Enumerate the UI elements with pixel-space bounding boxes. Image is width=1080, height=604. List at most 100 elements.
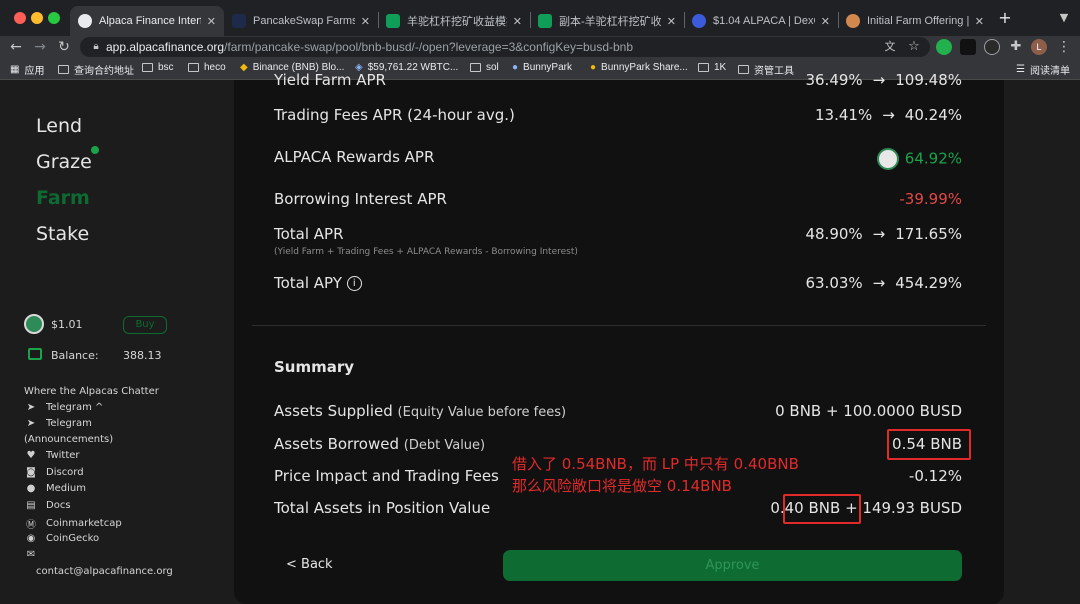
pancakeswap-favicon-icon — [232, 14, 246, 28]
alpaca-price: $1.01 — [51, 318, 83, 331]
info-icon[interactable]: i — [346, 276, 362, 291]
price-impact-label: Price Impact and Trading Fees — [274, 467, 499, 485]
folder-icon — [738, 65, 749, 74]
alpaca-favicon-icon — [78, 14, 92, 28]
tab-search-chevron-icon[interactable]: ▼ — [1054, 8, 1074, 28]
minimize-window-button[interactable] — [31, 12, 43, 24]
bookmark-folder[interactable]: 资管工具 — [738, 62, 794, 77]
lock-icon: 🔒︎ — [93, 41, 99, 52]
bookmark-folder[interactable]: sol — [470, 62, 499, 73]
yield-farm-apr-value: 36.49% → 109.48% — [805, 71, 962, 89]
extension-green-icon[interactable] — [936, 39, 952, 55]
coingecko-icon: ◉ — [26, 533, 36, 544]
nav-graze[interactable]: Graze — [36, 151, 92, 173]
apps-grid-icon: ▦ — [10, 64, 20, 75]
total-apy-value: 63.03% → 454.29% — [805, 274, 962, 292]
medium-link[interactable]: ● Medium — [24, 483, 86, 494]
alpaca-rewards-apr-label: ALPACA Rewards APR — [274, 148, 435, 166]
telegram-link[interactable]: ➤ Telegram ^ — [24, 402, 104, 413]
yield-farm-apr-label: Yield Farm APR — [274, 71, 386, 89]
assets-borrowed-label: Assets Borrowed (Debt Value) — [274, 435, 486, 453]
discord-link[interactable]: ◙ Discord — [24, 467, 83, 478]
annotation-box-borrowed — [887, 429, 971, 460]
browser-tab-strip: Alpaca Finance Interface ✕ PancakeSwap F… — [0, 0, 1080, 36]
dexguru-favicon-icon — [692, 14, 706, 28]
buy-button[interactable]: Buy — [123, 316, 167, 334]
sheets-favicon-icon — [538, 14, 552, 28]
twitter-link[interactable]: ♥ Twitter — [24, 450, 80, 461]
coinmarketcap-link[interactable]: Ⓜ Coinmarketcap — [24, 516, 122, 531]
discord-icon: ◙ — [26, 467, 36, 478]
extension-frog-icon[interactable] — [984, 39, 1000, 55]
bookmark-folder[interactable]: heco — [188, 62, 226, 73]
close-window-button[interactable] — [14, 12, 26, 24]
folder-icon — [58, 65, 69, 74]
back-arrow-icon[interactable]: ← — [6, 37, 26, 57]
arrow-right-icon: → — [872, 274, 886, 292]
close-tab-icon[interactable]: ✕ — [207, 15, 216, 28]
nav-farm[interactable]: Farm — [36, 187, 90, 209]
forward-arrow-icon[interactable]: → — [30, 37, 50, 57]
docs-link[interactable]: ▤ Docs — [24, 500, 70, 511]
extensions-puzzle-icon[interactable]: ✚ — [1006, 37, 1026, 57]
bookmark-folder[interactable]: bsc — [142, 62, 174, 73]
total-apr-formula: (Yield Farm + Trading Fees + ALPACA Rewa… — [274, 247, 578, 257]
sheets-favicon-icon — [386, 14, 400, 28]
wallet-icon — [28, 348, 42, 360]
tab-alpaca-simulator-copy[interactable]: 副本-羊驼杠杆挖矿收益模 ✕ — [530, 6, 684, 36]
new-tab-button[interactable]: + — [995, 8, 1015, 28]
bookmark-folder[interactable]: 1K — [698, 62, 726, 73]
approve-button[interactable]: Approve — [503, 550, 962, 581]
telegram-icon: ➤ — [26, 402, 36, 413]
coinmarketcap-icon: Ⓜ — [26, 520, 36, 531]
close-tab-icon[interactable]: ✕ — [361, 15, 370, 28]
close-tab-icon[interactable]: ✕ — [667, 15, 676, 28]
folder-icon — [698, 63, 709, 72]
section-divider — [252, 325, 986, 326]
trading-fees-apr-label: Trading Fees APR (24-hour avg.) — [274, 106, 515, 124]
community-title: Where the Alpacas Chatter — [24, 386, 159, 397]
assets-supplied-value: 0 BNB + 100.0000 BUSD — [775, 402, 962, 420]
nav-stake[interactable]: Stake — [36, 223, 89, 245]
position-panel: Yield Farm APR 36.49% → 109.48% Trading Fe… — [234, 71, 1004, 604]
tab-dexguru[interactable]: $1.04 ALPACA | DexGuru ✕ — [684, 6, 838, 36]
bookmark-apps[interactable]: ▦ 应用 — [10, 62, 44, 77]
close-tab-icon[interactable]: ✕ — [513, 15, 522, 28]
bookmark-star-icon[interactable]: ☆ — [904, 37, 924, 57]
total-apr-value: 48.90% → 171.65% — [805, 225, 962, 243]
bookmark-folder[interactable]: 查询合约地址 — [58, 62, 134, 77]
reading-list[interactable]: ☰ 阅读清单 — [1016, 62, 1070, 77]
reload-icon[interactable]: ↻ — [54, 37, 74, 57]
url-host: app.alpacafinance.org — [106, 40, 225, 54]
tab-pancakeswap[interactable]: PancakeSwap Farms - Al ✕ — [224, 6, 378, 36]
alpaca-rewards-apr-value: 64.92% — [876, 148, 962, 170]
zoom-window-button[interactable] — [48, 12, 60, 24]
address-bar[interactable]: 🔒︎ app.alpacafinance.org/farm/pancake-sw… — [80, 37, 930, 57]
tab-alpaca-finance[interactable]: Alpaca Finance Interface ✕ — [70, 6, 224, 36]
more-menu-icon[interactable]: ⋮ — [1054, 37, 1074, 57]
email-icon: ✉ — [26, 549, 36, 560]
pancake-favicon-icon — [846, 14, 860, 28]
email-link[interactable]: contact@alpacafinance.org — [36, 566, 173, 577]
extension-dark-icon[interactable] — [960, 39, 976, 55]
back-button[interactable]: < Back — [286, 557, 333, 572]
coingecko-link[interactable]: ◉ CoinGecko — [24, 533, 100, 544]
tab-initial-farm-offering[interactable]: Initial Farm Offering | Pan ✕ — [838, 6, 992, 36]
reading-list-icon: ☰ — [1016, 64, 1025, 75]
close-tab-icon[interactable]: ✕ — [975, 15, 984, 28]
telegram-announcements-label[interactable]: (Announcements) — [24, 434, 113, 445]
close-tab-icon[interactable]: ✕ — [821, 15, 830, 28]
graze-new-indicator — [91, 146, 99, 154]
total-assets-label: Total Assets in Position Value — [274, 499, 491, 517]
bookmark-link[interactable]: ● BunnyPark Share... — [590, 62, 688, 73]
tab-alpaca-simulator[interactable]: 羊驼杠杆挖矿收益模拟器 ✕ — [378, 6, 530, 36]
balance-value: 388.13 — [123, 349, 162, 362]
browser-toolbar: ← → ↻ 🔒︎ app.alpacafinance.org/farm/panc… — [0, 36, 1080, 58]
folder-icon — [470, 63, 481, 72]
telegram-announcements-link[interactable]: ➤ Telegram — [24, 418, 92, 429]
bookmark-link[interactable]: ● BunnyPark — [512, 62, 572, 73]
nav-lend[interactable]: Lend — [36, 115, 82, 137]
translate-icon[interactable]: 文 — [880, 37, 900, 57]
summary-title: Summary — [274, 358, 355, 376]
profile-avatar[interactable]: L — [1031, 39, 1047, 55]
